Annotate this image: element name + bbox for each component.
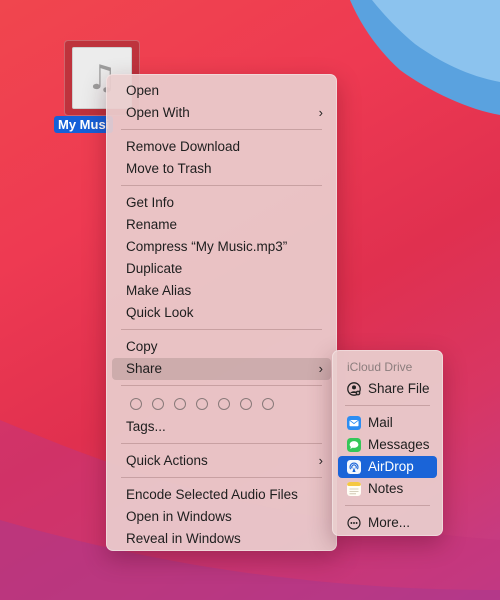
submenu-header: iCloud Drive xyxy=(347,360,413,374)
submenu-item-label: Mail xyxy=(368,415,393,430)
menu-item-copy[interactable]: Copy xyxy=(112,336,331,358)
person-share-icon xyxy=(347,382,361,396)
menu-item-quick-actions[interactable]: Quick Actions › xyxy=(112,450,331,472)
menu-item-make-alias[interactable]: Make Alias xyxy=(112,280,331,302)
tag-circle-icon[interactable] xyxy=(152,398,164,410)
menu-separator xyxy=(121,477,322,478)
submenu-item-airdrop[interactable]: AirDrop xyxy=(338,456,437,478)
menu-item-compress[interactable]: Compress “My Music.mp3” xyxy=(112,236,331,258)
menu-item-label: Open With xyxy=(126,105,190,120)
submenu-item-label: Messages xyxy=(368,437,430,452)
menu-item-get-info[interactable]: Get Info xyxy=(112,192,331,214)
submenu-item-share-file[interactable]: Share File xyxy=(338,378,437,400)
context-menu: Open Open With › Remove Download Move to… xyxy=(106,74,337,551)
menu-item-open[interactable]: Open xyxy=(112,80,331,102)
submenu-item-notes[interactable]: Notes xyxy=(338,478,437,500)
menu-item-share[interactable]: Share › xyxy=(112,358,331,380)
menu-item-quick-look[interactable]: Quick Look xyxy=(112,302,331,324)
menu-separator xyxy=(121,129,322,130)
menu-item-tags[interactable]: Tags... xyxy=(112,416,331,438)
menu-item-move-to-trash[interactable]: Move to Trash xyxy=(112,158,331,180)
submenu-item-more[interactable]: More... xyxy=(338,512,437,534)
tag-circle-icon[interactable] xyxy=(196,398,208,410)
menu-item-open-in-windows[interactable]: Open in Windows xyxy=(112,506,331,528)
submenu-separator xyxy=(345,405,430,406)
menu-separator xyxy=(121,385,322,386)
menu-item-label: Share xyxy=(126,361,163,376)
menu-separator xyxy=(121,329,322,330)
chevron-right-icon: › xyxy=(318,361,323,376)
tag-circle-icon[interactable] xyxy=(174,398,186,410)
menu-separator xyxy=(121,185,322,186)
chevron-right-icon: › xyxy=(318,453,323,468)
tag-circle-icon[interactable] xyxy=(218,398,230,410)
menu-item-remove-download[interactable]: Remove Download xyxy=(112,136,331,158)
menu-item-reveal-in-windows[interactable]: Reveal in Windows xyxy=(112,528,331,550)
tag-circle-icon[interactable] xyxy=(130,398,142,410)
tag-circle-icon[interactable] xyxy=(240,398,252,410)
menu-item-open-with[interactable]: Open With › xyxy=(112,102,331,124)
submenu-separator xyxy=(345,505,430,506)
menu-separator xyxy=(121,443,322,444)
notes-icon xyxy=(347,482,361,496)
menu-item-encode-audio[interactable]: Encode Selected Audio Files xyxy=(112,484,331,506)
more-icon xyxy=(347,516,361,530)
airdrop-icon xyxy=(347,460,361,474)
submenu-item-label: More... xyxy=(368,515,411,530)
submenu-item-messages[interactable]: Messages xyxy=(338,434,437,456)
tag-colors-row xyxy=(112,392,331,416)
submenu-item-label: AirDrop xyxy=(368,459,414,474)
share-submenu: iCloud Drive Share File Mail Messages Ai… xyxy=(332,350,443,536)
chevron-right-icon: › xyxy=(318,105,323,120)
submenu-item-mail[interactable]: Mail xyxy=(338,412,437,434)
menu-item-rename[interactable]: Rename xyxy=(112,214,331,236)
submenu-item-label: Share File xyxy=(368,381,430,396)
menu-item-label: Quick Actions xyxy=(126,453,208,468)
mail-icon xyxy=(347,416,361,430)
submenu-item-label: Notes xyxy=(368,481,404,496)
file-name-label[interactable]: My Musi xyxy=(54,116,114,133)
menu-item-duplicate[interactable]: Duplicate xyxy=(112,258,331,280)
messages-icon xyxy=(347,438,361,452)
tag-circle-icon[interactable] xyxy=(262,398,274,410)
